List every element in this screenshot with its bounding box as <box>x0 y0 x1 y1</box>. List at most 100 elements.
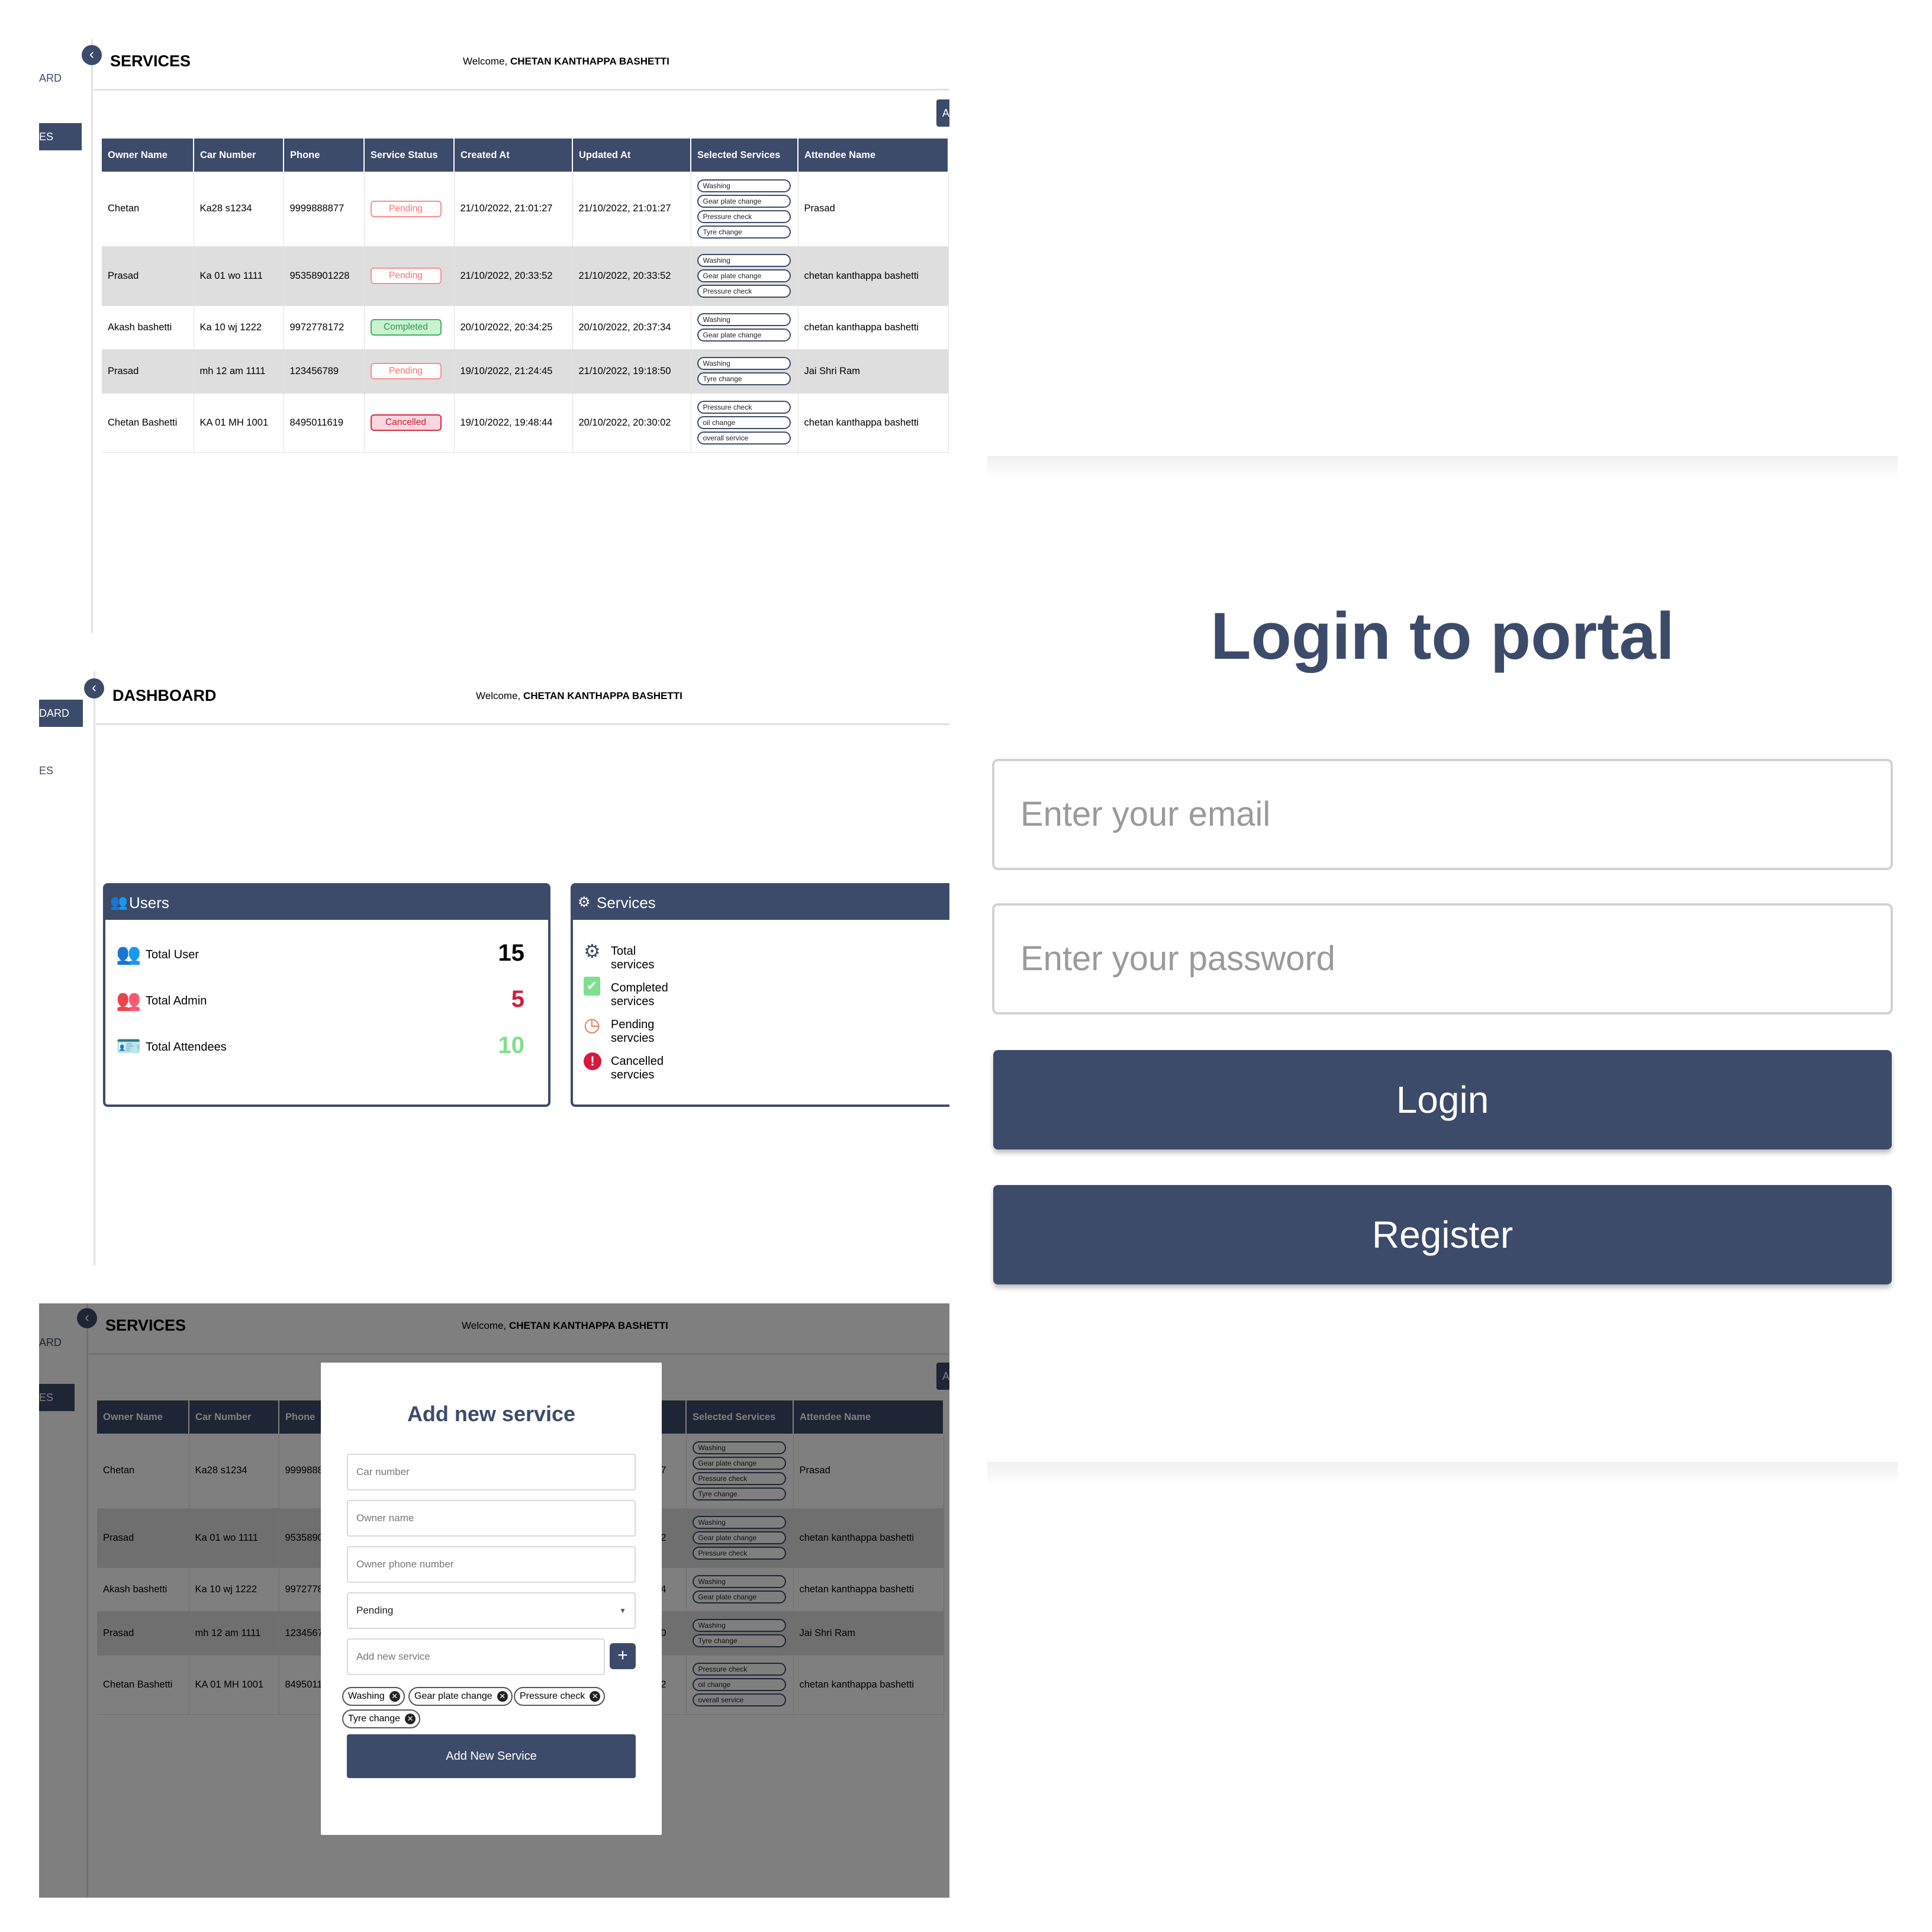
service-chip: Gear plate change <box>697 269 791 282</box>
add-new-service-button[interactable]: Add New Service <box>347 1734 636 1778</box>
cell-services: Washing Tyre change <box>691 349 798 394</box>
remove-chip-icon[interactable]: ✕ <box>405 1714 416 1724</box>
sidebar-item-services[interactable]: ES <box>39 765 53 777</box>
collapse-sidebar-icon[interactable]: ‹ <box>84 678 104 698</box>
cell-attendee: chetan kanthappa bashetti <box>798 305 949 350</box>
owner-phone-input[interactable]: Owner phone number <box>347 1546 636 1583</box>
sidebar-item-services[interactable]: ES <box>39 123 82 150</box>
cell-services: Washing Gear plate change Pressure check <box>691 246 798 306</box>
admin-group-icon: 👥 <box>116 989 141 1012</box>
user-stat-label: Total User <box>146 948 199 961</box>
add-service-button[interactable]: A <box>936 99 949 127</box>
cell-attendee: Jai Shri Ram <box>798 349 949 394</box>
cell-status: Cancelled <box>364 393 455 453</box>
register-button[interactable]: Register <box>993 1185 1892 1284</box>
services-table: Owner NameCar NumberPhoneService StatusC… <box>102 139 949 453</box>
cell-updated: 21/10/2022, 21:01:27 <box>572 172 691 247</box>
cell-car: Ka28 s1234 <box>194 172 284 247</box>
chip-label: Tyre change <box>348 1714 401 1724</box>
service-stat-label: Total services <box>611 945 655 971</box>
service-stat-label: Cancelled servcies <box>611 1055 664 1081</box>
gear-icon: ⚙ <box>578 894 591 910</box>
selected-service-chip: Pressure check ✕ <box>514 1687 606 1706</box>
cell-owner: Prasad <box>102 349 194 394</box>
add-service-modal: Add new service Car number Owner name Ow… <box>321 1363 662 1835</box>
remove-chip-icon[interactable]: ✕ <box>389 1691 400 1702</box>
column-header[interactable]: Selected Services <box>691 139 798 172</box>
cell-created: 19/10/2022, 21:24:45 <box>454 349 573 394</box>
section-edge <box>987 1462 1898 1486</box>
collapse-sidebar-icon[interactable]: ‹ <box>82 45 102 65</box>
service-chip: Pressure check <box>697 401 791 414</box>
chip-label: Gear plate change <box>414 1691 492 1701</box>
new-service-input[interactable]: Add new service <box>347 1638 605 1675</box>
table-row[interactable]: PrasadKa 01 wo 111195358901228 Pending 21/… <box>102 246 949 306</box>
chip-label: Washing <box>348 1691 385 1701</box>
cell-phone: 95358901228 <box>284 246 365 306</box>
column-header[interactable]: Service Status <box>364 139 455 172</box>
sidebar-item-dashboard[interactable]: DARD <box>39 700 83 727</box>
column-header[interactable]: Updated At <box>572 139 691 172</box>
user-stat-value: 15 <box>498 940 525 966</box>
user-stat-label: Total Attendees <box>146 1041 227 1054</box>
users-card-header: 👥 Users <box>105 886 548 920</box>
service-chip: Washing <box>697 179 791 192</box>
column-header[interactable]: Car Number <box>194 139 284 172</box>
cell-created: 19/10/2022, 19:48:44 <box>454 393 573 453</box>
cell-car: Ka 10 wj 1222 <box>194 305 284 350</box>
services-page-with-modal: ARD ES ‹ SERVICES Welcome, CHETAN KANTHA… <box>39 1303 949 1898</box>
cell-car: Ka 01 wo 1111 <box>194 246 284 306</box>
remove-chip-icon[interactable]: ✕ <box>497 1691 508 1702</box>
table-row[interactable]: Akash bashettiKa 10 wj 12229972778172 Com… <box>102 305 949 350</box>
dashboard-page: DARD ES ‹ DASHBOARD Welcome, CHETAN KANT… <box>39 671 949 1266</box>
cell-created: 21/10/2022, 21:01:27 <box>454 172 573 247</box>
header-divider <box>94 89 949 91</box>
service-chip: Gear plate change <box>697 329 791 342</box>
status-badge: Completed <box>370 319 442 336</box>
welcome-text: Welcome, CHETAN KANTHAPPA BASHETTI <box>463 56 669 67</box>
cell-status: Pending <box>364 172 455 247</box>
cell-car: mh 12 am 1111 <box>194 349 284 394</box>
service-chip: Tyre change <box>697 225 791 239</box>
column-header[interactable]: Phone <box>284 139 365 172</box>
add-chip-button[interactable]: + <box>610 1643 636 1669</box>
selected-service-chip: Washing ✕ <box>342 1687 405 1706</box>
service-chip: Washing <box>697 313 791 326</box>
table-row[interactable]: Chetan BashettiKA 01 MH 10018495011619 Ca… <box>102 393 949 453</box>
user-stat-value: 5 <box>511 986 524 1012</box>
cell-updated: 21/10/2022, 20:33:52 <box>572 246 691 306</box>
login-button[interactable]: Login <box>993 1050 1892 1149</box>
service-stat-label: Pending servcies <box>611 1018 655 1045</box>
cell-created: 20/10/2022, 20:34:25 <box>454 305 573 350</box>
column-header[interactable]: Attendee Name <box>798 139 949 172</box>
cell-attendee: chetan kanthappa bashetti <box>798 246 949 306</box>
sidebar: ARD ES <box>39 39 91 633</box>
email-input[interactable]: Enter your email <box>992 759 1893 870</box>
service-chip: Pressure check <box>697 210 791 223</box>
service-chip: Tyre change <box>697 372 791 385</box>
cell-updated: 20/10/2022, 20:37:34 <box>572 305 691 350</box>
cell-owner: Prasad <box>102 246 194 306</box>
alert-icon: ! <box>584 1052 601 1070</box>
status-badge: Pending <box>370 363 442 379</box>
sidebar: DARD ES <box>39 671 91 1266</box>
column-header[interactable]: Owner Name <box>102 139 194 172</box>
remove-chip-icon[interactable]: ✕ <box>590 1691 601 1702</box>
sidebar-item-dashboard[interactable]: ARD <box>39 72 62 85</box>
table-row[interactable]: ChetanKa28 s12349999888877 Pending 21/10/2… <box>102 172 949 247</box>
column-header[interactable]: Created At <box>454 139 573 172</box>
user-stat-row: 👥 Total Admin 5 <box>116 984 524 1019</box>
cell-attendee: chetan kanthappa bashetti <box>798 393 949 453</box>
cell-services: Pressure check oil change overall service <box>691 393 798 453</box>
cell-status: Completed <box>364 305 455 350</box>
table-row[interactable]: Prasadmh 12 am 1111123456789 Pending 19/10… <box>102 349 949 394</box>
cell-phone: 8495011619 <box>284 393 365 453</box>
service-stat-label: Completed services <box>611 981 668 1008</box>
password-input[interactable]: Enter your password <box>992 903 1893 1015</box>
car-number-input[interactable]: Car number <box>347 1454 636 1490</box>
page-title: SERVICES <box>110 52 191 70</box>
service-chip: Washing <box>697 357 791 370</box>
service-chip: overall service <box>697 432 791 445</box>
status-select[interactable]: Pending ▼ <box>347 1592 636 1629</box>
owner-name-input[interactable]: Owner name <box>347 1500 636 1537</box>
